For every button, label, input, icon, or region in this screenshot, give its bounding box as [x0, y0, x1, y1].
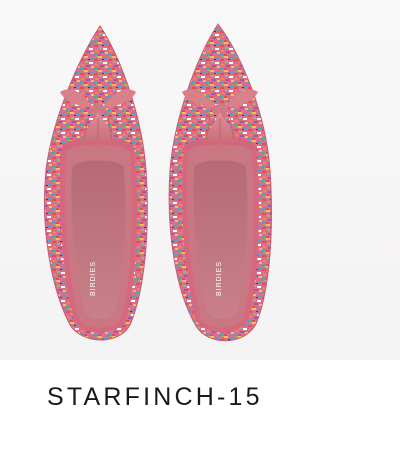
- svg-text:BIRDIES: BIRDIES: [90, 261, 97, 296]
- product-card[interactable]: BIRDIES BIRDIES STARFINCH-15: [0, 0, 400, 449]
- right-shoe: BIRDIES: [168, 23, 272, 342]
- shoe-pair-illustration: BIRDIES BIRDIES: [43, 23, 272, 342]
- svg-text:BIRDIES: BIRDIES: [216, 261, 223, 296]
- product-name[interactable]: STARFINCH-15: [47, 383, 263, 412]
- product-image[interactable]: BIRDIES BIRDIES: [0, 0, 400, 360]
- left-shoe: BIRDIES: [43, 25, 148, 341]
